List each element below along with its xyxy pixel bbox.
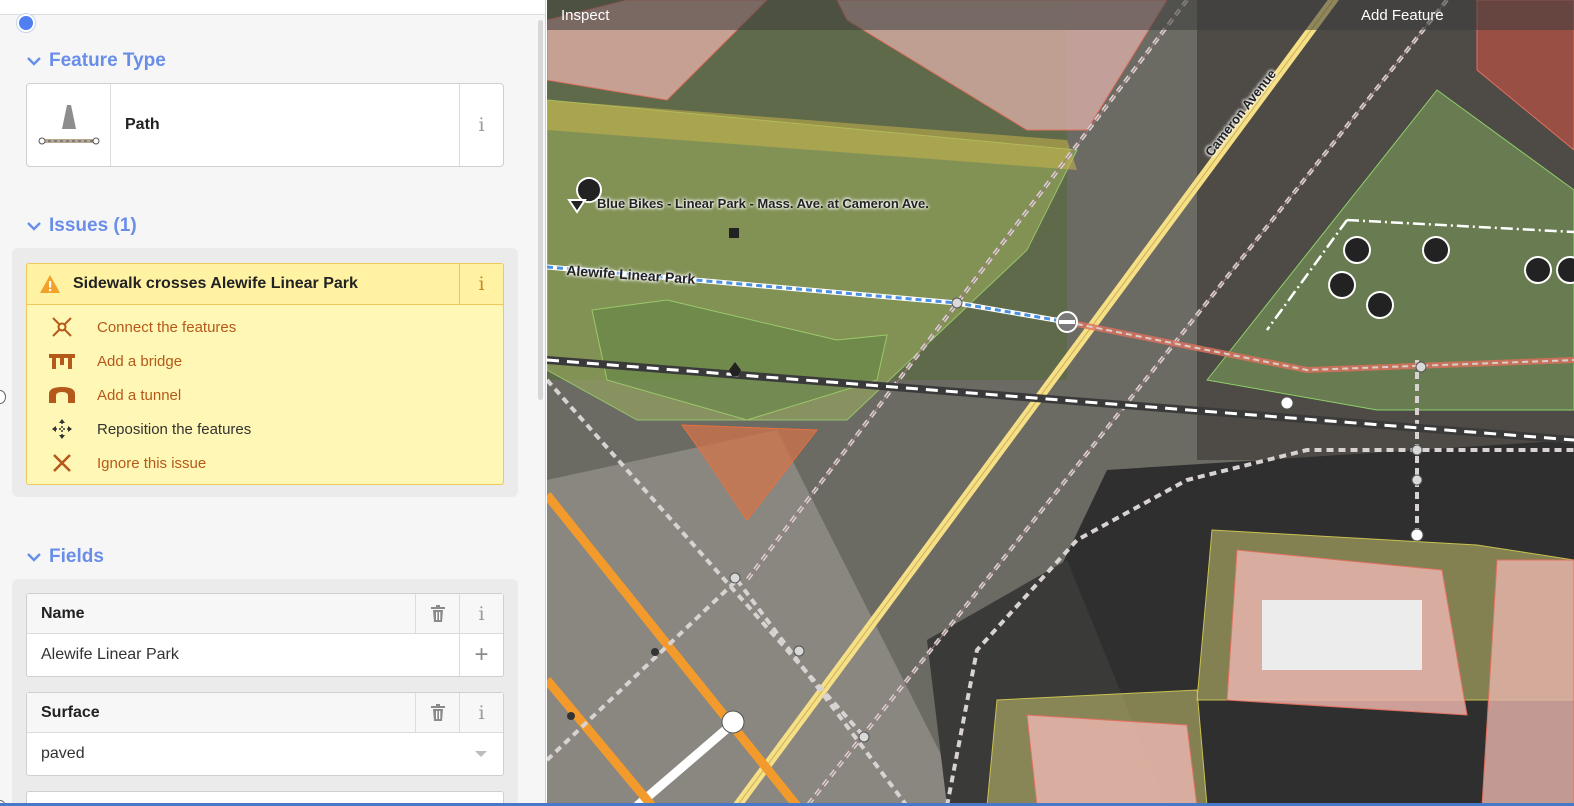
preset-card[interactable]: Path i: [26, 83, 504, 167]
map-imagery: [547, 0, 1574, 806]
issue-header[interactable]: Sidewalk crosses Alewife Linear Park i: [27, 264, 503, 305]
sidebar-scrollbar[interactable]: [538, 20, 543, 400]
trash-icon[interactable]: [415, 593, 459, 634]
inspect-button[interactable]: Inspect: [561, 7, 609, 24]
connect-icon: [27, 315, 97, 339]
fix-label: Ignore this issue: [97, 454, 207, 472]
fix-connect-features[interactable]: Connect the features: [27, 310, 503, 344]
fix-label: Add a bridge: [97, 352, 183, 370]
fields-section-toggle[interactable]: Fields: [26, 546, 104, 568]
selection-indicator: [17, 14, 35, 32]
fix-label: Reposition the features: [97, 420, 252, 438]
resize-handle[interactable]: [0, 390, 6, 404]
map-toolbar: Inspect Add Feature: [547, 0, 1574, 30]
chevron-down-icon[interactable]: [459, 750, 503, 758]
add-localized-name-button[interactable]: +: [459, 634, 503, 676]
field-info-button[interactable]: i: [459, 692, 503, 733]
poi-label: Blue Bikes - Linear Park - Mass. Ave. at…: [597, 196, 929, 211]
bridge-icon: [27, 352, 97, 370]
fix-reposition-features[interactable]: Reposition the features: [27, 412, 503, 446]
fix-add-tunnel[interactable]: Add a tunnel: [27, 378, 503, 412]
fix-add-bridge[interactable]: Add a bridge: [27, 344, 503, 378]
path-icon: [27, 84, 111, 166]
field-label: Name: [41, 604, 85, 622]
field-label: Surface: [41, 703, 100, 721]
issues-section-toggle[interactable]: Issues (1): [26, 215, 137, 237]
issue-card: Sidewalk crosses Alewife Linear Park i C…: [26, 263, 504, 485]
surface-select[interactable]: paved: [27, 745, 459, 763]
feature-type-heading: Feature Type: [49, 50, 166, 71]
name-input[interactable]: Alewife Linear Park: [27, 646, 459, 664]
sidebar-top-strip: [0, 0, 545, 15]
chevron-down-icon: [26, 55, 41, 68]
tunnel-icon: [27, 386, 97, 404]
close-icon: [27, 453, 97, 473]
fix-label: Add a tunnel: [97, 386, 182, 404]
issue-info-button[interactable]: i: [459, 264, 503, 305]
inspector-sidebar: Feature Type Path i Issues (1) Sidewalk …: [0, 0, 546, 806]
fields-heading: Fields: [49, 546, 104, 567]
preset-info-button[interactable]: i: [459, 84, 503, 166]
issue-title: Sidewalk crosses Alewife Linear Park: [73, 275, 358, 292]
map-canvas[interactable]: Blue Bikes - Linear Park - Mass. Ave. at…: [547, 0, 1574, 806]
name-field: Name i Alewife Linear Park +: [26, 593, 504, 677]
feature-type-section-toggle[interactable]: Feature Type: [26, 50, 166, 72]
field-info-button[interactable]: i: [459, 593, 503, 634]
issues-heading: Issues (1): [49, 215, 137, 236]
add-feature-button[interactable]: Add Feature: [1361, 7, 1444, 24]
chevron-down-icon: [26, 551, 41, 564]
fix-label: Connect the features: [97, 318, 237, 336]
warning-icon: [27, 274, 73, 294]
fix-ignore-issue[interactable]: Ignore this issue: [27, 446, 503, 480]
chevron-down-icon: [26, 220, 41, 233]
surface-field: Surface i paved: [26, 692, 504, 776]
preset-name: Path: [125, 116, 160, 133]
move-icon: [27, 417, 97, 441]
trash-icon[interactable]: [415, 692, 459, 733]
